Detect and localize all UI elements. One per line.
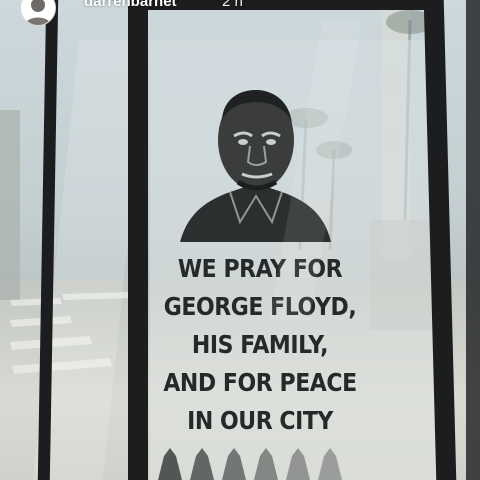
poster-slogan: WE PRAY FOR GEORGE FLOYD, HIS FAMILY, AN… — [150, 250, 370, 440]
user-avatar-icon[interactable] — [20, 0, 56, 26]
post-timestamp: 2 h — [222, 0, 243, 10]
praying-hands-icon — [158, 448, 342, 480]
slogan-line: GEORGE FLOYD, — [163, 292, 357, 321]
slogan-line: IN OUR CITY — [187, 406, 333, 435]
window-frame-center — [128, 0, 148, 480]
slogan-line: AND FOR PEACE — [163, 368, 357, 397]
username-link[interactable]: darrenbarnet — [84, 0, 177, 10]
slogan-line: WE PRAY FOR — [177, 254, 343, 283]
slogan-line: HIS FAMILY, — [191, 330, 329, 359]
window-frame-edge — [466, 0, 480, 480]
story-header: darrenbarnet 2 h — [0, 0, 480, 26]
storefront-photo: WE PRAY FOR GEORGE FLOYD, HIS FAMILY, AN… — [0, 0, 480, 480]
